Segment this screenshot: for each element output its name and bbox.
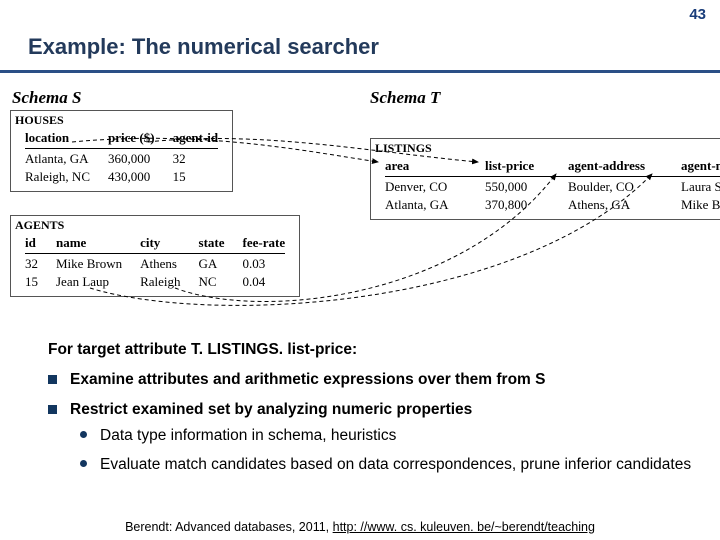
listings-col-agentname: agent-name: [673, 158, 720, 174]
agents-table: AGENTS id name city state fee-rate 32 Mi…: [10, 215, 300, 297]
listings-col-agentaddress: agent-address: [560, 158, 671, 174]
cell: Jean Laup: [48, 274, 130, 290]
cell: 15: [17, 274, 46, 290]
cell: NC: [191, 274, 233, 290]
cell: Mike Brown: [48, 256, 130, 272]
subbullet-datatype: Data type information in schema, heurist…: [100, 426, 700, 446]
cell: 32: [165, 151, 227, 167]
listings-table: LISTINGS area list-price agent-address a…: [370, 138, 720, 220]
schema-s-label: Schema S: [12, 88, 81, 108]
schema-t-label: Schema T: [370, 88, 440, 108]
bullet-restrict: Restrict examined set by analyzing numer…: [70, 400, 700, 474]
cell: Atlanta, GA: [377, 197, 475, 213]
bullet-text: Examine attributes and arithmetic expres…: [70, 371, 545, 388]
cell: Atlanta, GA: [17, 151, 98, 167]
houses-col-agentid: agent-id: [165, 130, 227, 146]
cell: Raleigh: [132, 274, 188, 290]
cell: Denver, CO: [377, 179, 475, 195]
agents-col-city: city: [132, 235, 188, 251]
agents-caption: AGENTS: [15, 218, 295, 233]
divider: [385, 176, 720, 177]
cell: 360,000: [100, 151, 163, 167]
cell: 32: [17, 256, 46, 272]
body-text: For target attribute T. LISTINGS. list-p…: [48, 340, 700, 485]
listings-col-listprice: list-price: [477, 158, 558, 174]
footer: Berendt: Advanced databases, 2011, http:…: [0, 520, 720, 534]
divider: [25, 253, 285, 254]
table-row: 15 Jean Laup Raleigh NC 0.04: [17, 274, 293, 290]
cell: 370,800: [477, 197, 558, 213]
cell: 15: [165, 169, 227, 185]
cell: Athens, GA: [560, 197, 671, 213]
lead-sentence: For target attribute T. LISTINGS. list-p…: [48, 340, 700, 360]
houses-col-price: price ($): [100, 130, 163, 146]
divider: [25, 148, 218, 149]
cell: 550,000: [477, 179, 558, 195]
cell: Athens: [132, 256, 188, 272]
footer-text: Berendt: Advanced databases, 2011,: [125, 520, 333, 534]
agents-col-state: state: [191, 235, 233, 251]
cell: Mike Brown: [673, 197, 720, 213]
page-title: Example: The numerical searcher: [28, 34, 379, 60]
bullet-examine: Examine attributes and arithmetic expres…: [70, 370, 700, 390]
cell: Raleigh, NC: [17, 169, 98, 185]
cell: 0.03: [235, 256, 294, 272]
table-row: Atlanta, GA 370,800 Athens, GA Mike Brow…: [377, 197, 720, 213]
houses-col-location: location: [17, 130, 98, 146]
agents-col-name: name: [48, 235, 130, 251]
houses-table: HOUSES location price ($) agent-id Atlan…: [10, 110, 233, 192]
bullet-text: Data type information in schema, heurist…: [100, 427, 396, 444]
cell: Boulder, CO: [560, 179, 671, 195]
houses-caption: HOUSES: [15, 113, 228, 128]
cell: Laura Smith: [673, 179, 720, 195]
cell: 430,000: [100, 169, 163, 185]
cell: 0.04: [235, 274, 294, 290]
listings-col-area: area: [377, 158, 475, 174]
cell: GA: [191, 256, 233, 272]
table-row: 32 Mike Brown Athens GA 0.03: [17, 256, 293, 272]
page-number: 43: [689, 6, 706, 23]
bullet-text: Restrict examined set by analyzing numer…: [70, 401, 472, 418]
agents-col-feerate: fee-rate: [235, 235, 294, 251]
listings-caption: LISTINGS: [375, 141, 720, 156]
agents-col-id: id: [17, 235, 46, 251]
table-row: Atlanta, GA 360,000 32: [17, 151, 226, 167]
table-row: Raleigh, NC 430,000 15: [17, 169, 226, 185]
footer-link[interactable]: http: //www. cs. kuleuven. be/~berendt/t…: [333, 520, 595, 534]
bullet-text: Evaluate match candidates based on data …: [100, 456, 691, 473]
title-divider: [0, 70, 720, 73]
subbullet-evaluate: Evaluate match candidates based on data …: [100, 455, 700, 475]
table-row: Denver, CO 550,000 Boulder, CO Laura Smi…: [377, 179, 720, 195]
